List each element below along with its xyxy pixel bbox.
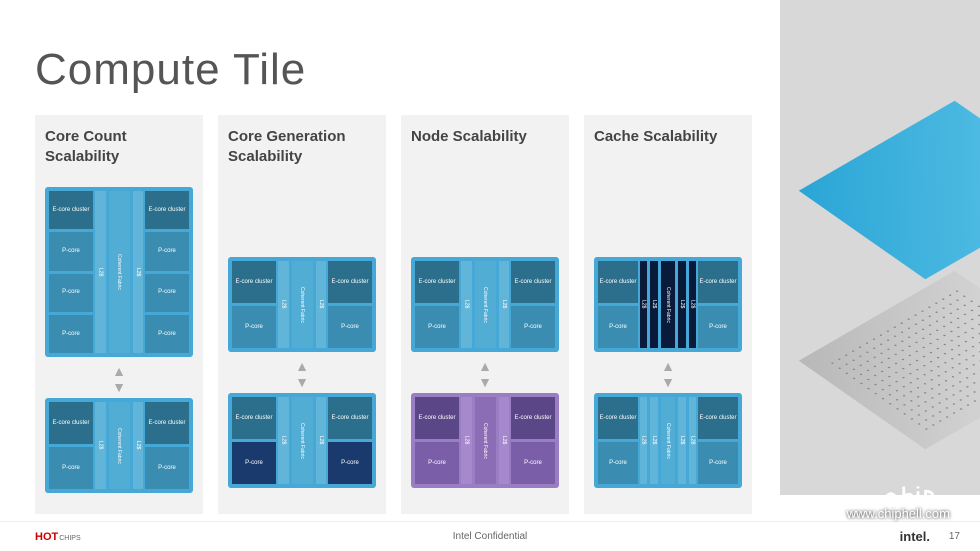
l2-block: L2$	[650, 261, 657, 348]
col-node: Node Scalability E-core clusterP-core L2…	[401, 115, 569, 514]
ecore-block: E-core cluster	[328, 261, 372, 303]
swap-arrow-icon: ▲▼	[45, 363, 193, 395]
l2-block: L2$	[133, 191, 144, 353]
ecore-block: E-core cluster	[49, 191, 93, 229]
hero-graphic	[780, 0, 980, 495]
col-head: Core Generation Scalability	[228, 127, 376, 167]
pcore-block: P-core	[698, 442, 738, 484]
col-head: Core Count Scalability	[45, 127, 193, 167]
l2-block: L2$	[689, 397, 696, 484]
tile: E-core clusterP-core L2$Coherent FabricL…	[228, 257, 376, 352]
tile: E-core clusterP-core L2$Coherent FabricL…	[411, 257, 559, 352]
columns: Core Count Scalability E-core cluster P-…	[35, 115, 752, 514]
l2-block: L2$	[650, 397, 657, 484]
pcore-block: P-core	[415, 442, 459, 484]
fabric-block: Coherent Fabric	[475, 397, 496, 484]
fabric-block: Coherent Fabric	[292, 261, 313, 348]
pcore-block: P-core	[49, 447, 93, 489]
l2-block: L2$	[95, 191, 106, 353]
ecore-block: E-core cluster	[698, 261, 738, 303]
pcore-block: P-core	[145, 447, 189, 489]
intel-logo: intel.	[900, 529, 930, 544]
l2-block: L2$	[461, 397, 472, 484]
tile-big: E-core cluster P-core P-core P-core L2$ …	[45, 187, 193, 357]
page-number: 17	[949, 531, 960, 542]
pcore-block: P-core	[232, 306, 276, 348]
pcore-block: P-core	[49, 274, 93, 312]
l2-block: L2$	[678, 397, 685, 484]
pcore-block: P-core	[511, 306, 555, 348]
ecore-block: E-core cluster	[698, 397, 738, 439]
ecore-block: E-core cluster	[145, 402, 189, 444]
pcore-block: P-core	[49, 315, 93, 353]
footer: HOTCHIPS Intel Confidential intel. 17	[0, 521, 980, 551]
l2-block: L2$	[640, 397, 647, 484]
pcore-block: P-core	[511, 442, 555, 484]
col-core-count: Core Count Scalability E-core cluster P-…	[35, 115, 203, 514]
pcore-block: P-core	[415, 306, 459, 348]
l2-block: L2$	[499, 261, 510, 348]
chip-render-top	[799, 101, 980, 280]
l2-block: L2$	[133, 402, 144, 489]
fabric-block: Coherent Fabric	[292, 397, 313, 484]
tile: E-core clusterP-core L2$L2$Coherent Fabr…	[594, 393, 742, 488]
swap-arrow-icon: ▲▼	[411, 358, 559, 390]
l2-block: L2$	[640, 261, 647, 348]
pcore-block: P-core	[328, 306, 372, 348]
col-generation: Core Generation Scalability E-core clust…	[218, 115, 386, 514]
pcore-block: P-core	[598, 306, 638, 348]
col-head: Node Scalability	[411, 127, 559, 167]
l2-block: L2$	[678, 261, 685, 348]
pcore-block: P-core	[232, 442, 276, 484]
pcore-block: P-core	[598, 442, 638, 484]
l2-block: L2$	[461, 261, 472, 348]
confidential-label: Intel Confidential	[453, 531, 528, 542]
fabric-block: Coherent Fabric	[661, 261, 676, 348]
swap-arrow-icon: ▲▼	[228, 358, 376, 390]
swap-arrow-icon: ▲▼	[594, 358, 742, 390]
ecore-block: E-core cluster	[415, 397, 459, 439]
l2-block: L2$	[278, 397, 289, 484]
chip-render-bottom	[799, 271, 980, 450]
tile: E-core clusterP-core L2$L2$Coherent Fabr…	[594, 257, 742, 352]
l2-block: L2$	[95, 402, 106, 489]
ecore-block: E-core cluster	[232, 261, 276, 303]
ecore-block: E-core cluster	[145, 191, 189, 229]
l2-block: L2$	[316, 261, 327, 348]
l2-block: L2$	[316, 397, 327, 484]
slide-title: Compute Tile	[35, 45, 306, 95]
tile-small: E-core cluster P-core L2$Coherent Fabric…	[45, 398, 193, 493]
ecore-block: E-core cluster	[232, 397, 276, 439]
pcore-block: P-core	[49, 232, 93, 270]
l2-block: L2$	[499, 397, 510, 484]
pcore-block: P-core	[145, 315, 189, 353]
col-cache: Cache Scalability E-core clusterP-core L…	[584, 115, 752, 514]
hotchips-logo: HOTCHIPS	[35, 531, 81, 543]
fabric-block: Coherent Fabric	[475, 261, 496, 348]
tile-gen2: E-core clusterP-core L2$Coherent FabricL…	[228, 393, 376, 488]
pcore-block: P-core	[145, 274, 189, 312]
ecore-block: E-core cluster	[328, 397, 372, 439]
watermark-url: www.chiphell.com	[847, 506, 950, 521]
fabric-block: Coherent Fabric	[109, 191, 130, 353]
l2-block: L2$	[689, 261, 696, 348]
ecore-block: E-core cluster	[598, 261, 638, 303]
ecore-block: E-core cluster	[511, 397, 555, 439]
l2-block: L2$	[278, 261, 289, 348]
fabric-block: Coherent Fabric	[661, 397, 676, 484]
ecore-block: E-core cluster	[415, 261, 459, 303]
tile-purple: E-core clusterP-core L2$Coherent FabricL…	[411, 393, 559, 488]
col-head: Cache Scalability	[594, 127, 742, 167]
ecore-block: E-core cluster	[598, 397, 638, 439]
pcore-block: P-core	[145, 232, 189, 270]
ecore-block: E-core cluster	[511, 261, 555, 303]
ecore-block: E-core cluster	[49, 402, 93, 444]
fabric-block: Coherent Fabric	[109, 402, 130, 489]
pcore-block: P-core	[328, 442, 372, 484]
pcore-block: P-core	[698, 306, 738, 348]
